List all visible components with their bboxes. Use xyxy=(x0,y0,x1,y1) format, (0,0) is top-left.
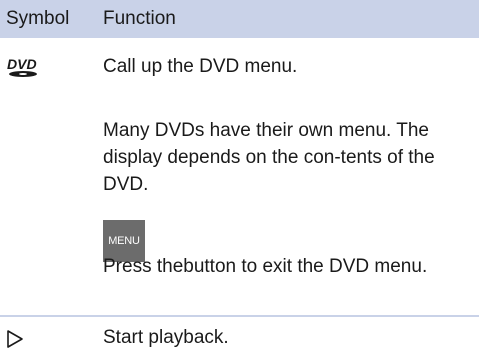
dvd-menu-note: Many DVDs have their own menu. The displ… xyxy=(103,120,435,195)
function-column-header: Function xyxy=(103,8,176,29)
row-divider xyxy=(0,315,479,317)
dvd-menu-description: Call up the DVD menu. xyxy=(103,56,298,77)
symbol-column-header: Symbol xyxy=(6,8,70,29)
dvd-logo-icon: DVD xyxy=(7,56,37,77)
play-triangle-icon xyxy=(7,330,23,348)
table-header-row: Symbol Function xyxy=(0,0,479,38)
exit-dvd-menu-instruction: Press thebutton to exit the DVD menu. xyxy=(103,256,428,277)
svg-text:DVD: DVD xyxy=(7,56,37,72)
symbol-function-table: Symbol Function DVD Call up the DVD menu… xyxy=(0,0,479,358)
start-playback-description: Start playback. xyxy=(103,327,229,348)
